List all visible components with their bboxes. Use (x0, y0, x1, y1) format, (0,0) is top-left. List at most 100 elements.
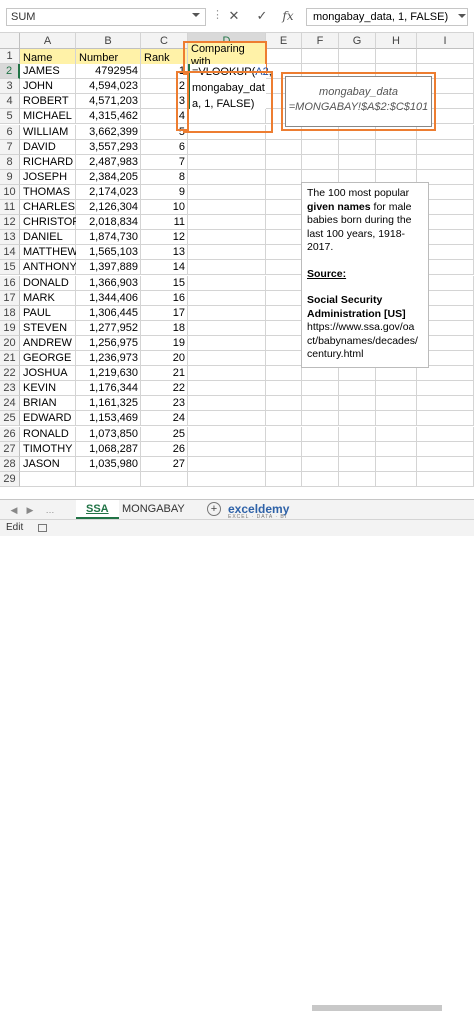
grid-cell[interactable] (302, 396, 339, 412)
column-header-g[interactable]: G (339, 33, 376, 49)
grid-cell[interactable] (302, 411, 339, 427)
grid-cell[interactable] (417, 441, 474, 457)
add-sheet-icon[interactable]: + (207, 502, 221, 516)
name-cell[interactable]: GEORGE (20, 351, 76, 366)
number-cell[interactable]: 1,306,445 (76, 306, 141, 321)
name-cell[interactable]: ANTHONY (20, 260, 76, 275)
grid-cell[interactable] (188, 215, 266, 231)
header-rank[interactable]: Rank (141, 49, 188, 64)
grid-cell[interactable] (188, 351, 266, 366)
grid-cell[interactable] (188, 381, 266, 397)
header-number[interactable]: Number (76, 49, 141, 64)
grid-cell[interactable] (266, 320, 302, 336)
number-cell[interactable]: 2,018,834 (76, 215, 141, 230)
accessibility-icon[interactable] (38, 524, 47, 532)
grid-cell[interactable] (339, 381, 376, 397)
grid-cell[interactable] (266, 305, 302, 321)
grid-cell[interactable] (417, 396, 474, 412)
number-cell[interactable]: 1,344,406 (76, 291, 141, 306)
row-header[interactable]: 23 (0, 381, 20, 397)
number-cell[interactable]: 1,565,103 (76, 245, 141, 260)
row-header[interactable]: 11 (0, 200, 20, 215)
number-cell[interactable]: 2,174,023 (76, 185, 141, 200)
name-cell[interactable]: BRIAN (20, 396, 76, 411)
name-cell[interactable]: RICHARD (20, 155, 76, 170)
row-header[interactable]: 24 (0, 396, 20, 412)
insert-function-icon[interactable]: fx (280, 7, 296, 25)
rank-cell[interactable]: 14 (141, 260, 188, 275)
grid-cell[interactable] (188, 154, 266, 170)
grid-cell[interactable] (417, 411, 474, 427)
grid-cell[interactable] (339, 139, 376, 155)
row-header[interactable]: 12 (0, 215, 20, 231)
grid-cell[interactable] (266, 471, 302, 487)
number-cell[interactable]: 1,176,344 (76, 381, 141, 396)
grid-cell[interactable] (188, 290, 266, 306)
rank-cell[interactable]: 7 (141, 155, 188, 170)
grid-cell[interactable] (266, 275, 302, 291)
grid-cell[interactable] (302, 381, 339, 397)
note-url[interactable]: https://www.ssa.gov/oa (307, 321, 423, 335)
grid-cell[interactable] (188, 230, 266, 246)
grid-cell[interactable] (76, 471, 141, 487)
grid-cell[interactable] (188, 305, 266, 321)
rank-cell[interactable]: 19 (141, 336, 188, 351)
name-box[interactable]: SUM (6, 8, 206, 26)
name-cell[interactable]: KEVIN (20, 381, 76, 396)
name-cell[interactable]: MARK (20, 291, 76, 306)
grid-cell[interactable] (266, 441, 302, 457)
grid-cell[interactable] (266, 366, 302, 382)
grid-cell[interactable] (302, 49, 339, 64)
grid-cell[interactable] (376, 456, 417, 472)
grid-cell[interactable] (417, 49, 474, 64)
number-cell[interactable]: 1,277,952 (76, 321, 141, 336)
name-cell[interactable]: JOSEPH (20, 170, 76, 185)
grid-cell[interactable] (417, 426, 474, 442)
number-cell[interactable]: 1,068,287 (76, 442, 141, 457)
row-header[interactable]: 18 (0, 305, 20, 321)
row-header[interactable]: 8 (0, 154, 20, 170)
grid-cell[interactable] (376, 366, 417, 382)
grid-cell[interactable] (266, 426, 302, 442)
rank-cell[interactable]: 11 (141, 215, 188, 230)
row-header[interactable]: 17 (0, 290, 20, 306)
name-cell[interactable]: STEVEN (20, 321, 76, 336)
grid-cell[interactable] (188, 245, 266, 261)
name-cell[interactable]: THOMAS (20, 185, 76, 200)
number-cell[interactable]: 1,236,973 (76, 351, 141, 366)
grid-cell[interactable] (266, 290, 302, 306)
number-cell[interactable]: 2,487,983 (76, 155, 141, 170)
row-header[interactable]: 10 (0, 184, 20, 200)
grid-cell[interactable] (417, 139, 474, 155)
rank-cell[interactable]: 10 (141, 200, 188, 215)
row-header[interactable]: 20 (0, 335, 20, 351)
grid-cell[interactable] (188, 275, 266, 291)
grid-cell[interactable] (266, 184, 302, 200)
row-header[interactable]: 15 (0, 260, 20, 276)
name-cell[interactable]: TIMOTHY (20, 442, 76, 457)
grid-cell[interactable] (266, 169, 302, 185)
grid-cell[interactable] (188, 396, 266, 412)
note-url[interactable]: century.html (307, 348, 423, 362)
row-header[interactable]: 29 (0, 471, 20, 487)
row-header[interactable]: 5 (0, 109, 20, 125)
grid-cell[interactable] (266, 49, 302, 64)
row-header[interactable]: 4 (0, 94, 20, 110)
name-cell[interactable]: ROBERT (20, 94, 76, 109)
grid-cell[interactable] (20, 471, 76, 487)
grid-cell[interactable] (266, 456, 302, 472)
name-cell[interactable]: EDWARD (20, 411, 76, 426)
number-cell[interactable]: 1,035,980 (76, 457, 141, 472)
number-cell[interactable]: 4,571,203 (76, 94, 141, 109)
name-cell[interactable]: JAMES (20, 64, 76, 79)
number-cell[interactable]: 1,073,850 (76, 427, 141, 442)
expand-formula-icon[interactable] (458, 14, 466, 18)
rank-cell[interactable]: 21 (141, 366, 188, 381)
grid-cell[interactable] (376, 396, 417, 412)
name-cell[interactable]: RONALD (20, 427, 76, 442)
grid-cell[interactable] (188, 169, 266, 185)
row-header[interactable]: 6 (0, 124, 20, 140)
number-cell[interactable]: 2,126,304 (76, 200, 141, 215)
row-header[interactable]: 21 (0, 351, 20, 366)
rank-cell[interactable]: 16 (141, 291, 188, 306)
